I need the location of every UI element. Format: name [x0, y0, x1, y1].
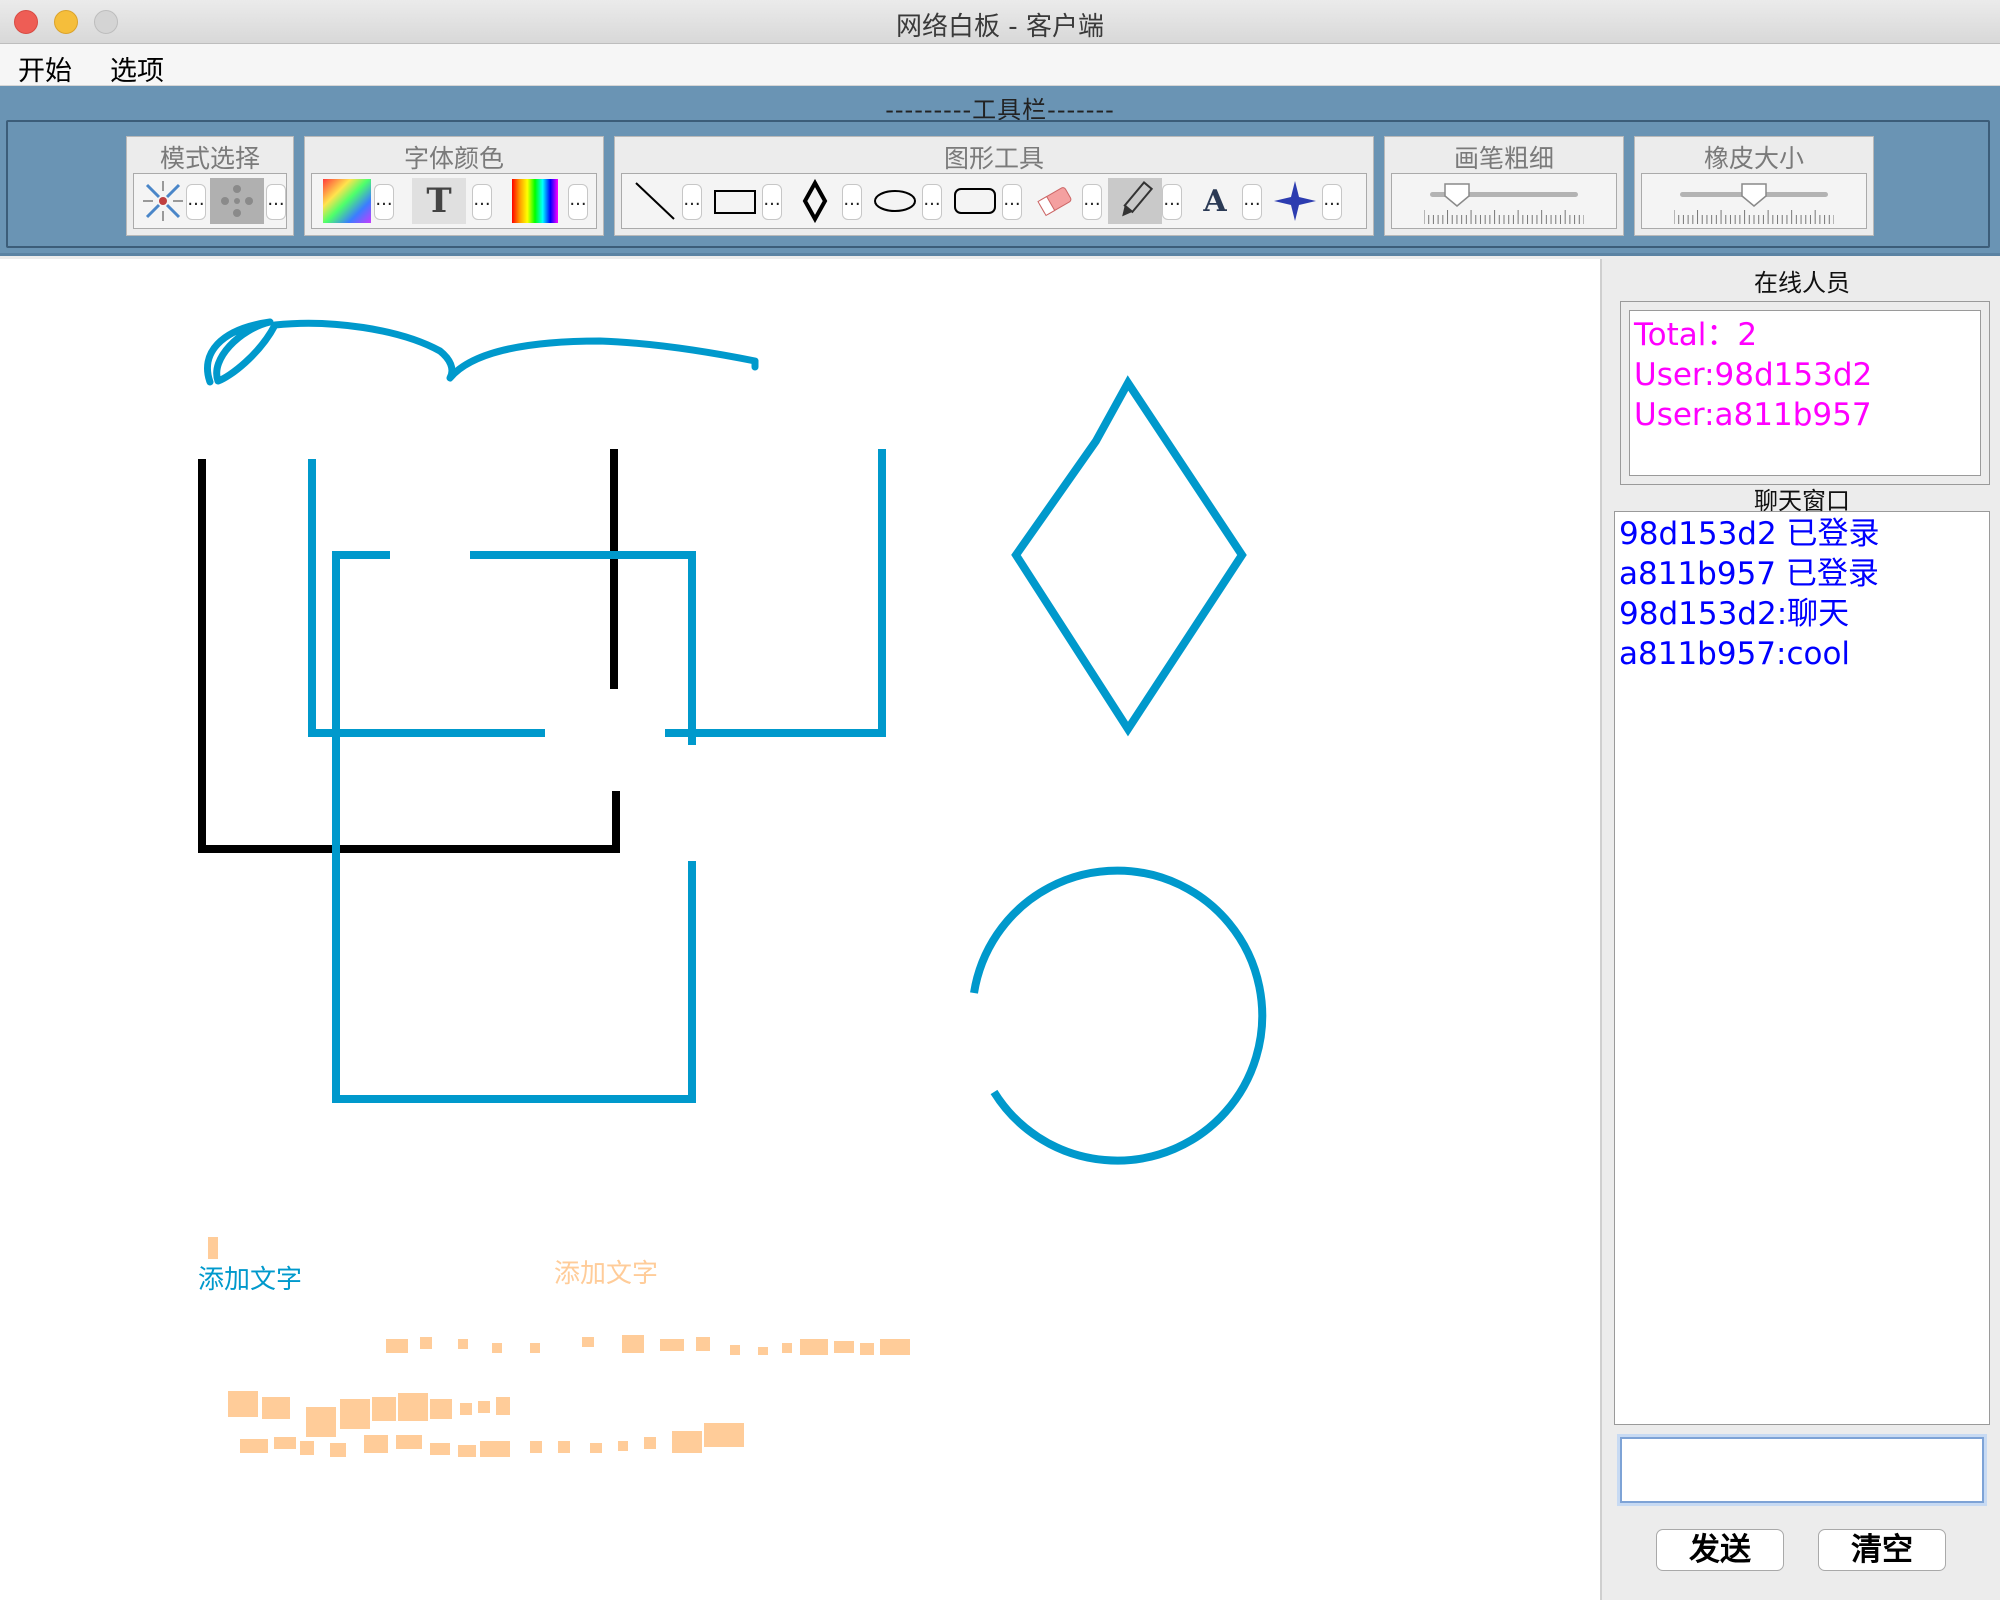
blue-diamond-stroke — [1011, 375, 1247, 737]
black-rectangle-stroke — [198, 459, 620, 853]
eraser-size-slider[interactable] — [1641, 173, 1867, 229]
chat-message: a811b957 已登录 — [1619, 556, 1879, 592]
chat-input[interactable] — [1620, 1437, 1984, 1503]
select-more-button[interactable]: ... — [186, 184, 206, 220]
rectangle-tool-button[interactable] — [708, 178, 762, 224]
chat-message: a811b957:cool — [1619, 636, 1851, 672]
online-users-frame: Total：2 User:98d153d2 User:a811b957 — [1620, 301, 1990, 485]
pen-width-ticks — [1424, 210, 1584, 224]
font-color-tools: ... T ... ... — [311, 173, 597, 229]
send-button[interactable]: 发送 — [1656, 1529, 1784, 1571]
text-icon: A — [1203, 183, 1227, 219]
select-tool-button[interactable] — [136, 178, 190, 224]
chat-message: 98d153d2:聊天 — [1619, 596, 1850, 632]
spectrum-palette-icon — [512, 179, 558, 223]
eraser-size-group: 橡皮大小 — [1634, 136, 1874, 236]
diamond-tool-button[interactable] — [788, 178, 842, 224]
move-tool-button[interactable] — [210, 178, 264, 224]
font-color-group-title: 字体颜色 — [403, 144, 504, 173]
pen-tool-button[interactable] — [1108, 178, 1162, 224]
text-more-button[interactable]: ... — [1242, 184, 1262, 220]
pen-width-group-title: 画笔粗细 — [1453, 144, 1554, 173]
pen-width-group: 画笔粗细 — [1384, 136, 1624, 236]
line-icon — [635, 182, 675, 220]
mode-group-title: 模式选择 — [159, 144, 260, 173]
font-more-button[interactable]: ... — [472, 184, 492, 220]
chat-messages[interactable]: 98d153d2 已登录 a811b957 已登录 98d153d2:聊天 a8… — [1614, 511, 1990, 1425]
ellipse-tool-button[interactable] — [868, 178, 922, 224]
line-tool-button[interactable] — [628, 178, 682, 224]
menu-bar: 开始 选项 — [0, 44, 2000, 88]
menu-start[interactable]: 开始 — [18, 49, 72, 88]
line-more-button[interactable]: ... — [682, 184, 702, 220]
blue-u-stroke — [308, 459, 545, 737]
online-user-item: User:a811b957 — [1634, 397, 1872, 433]
move-more-button[interactable]: ... — [266, 184, 286, 220]
pen-more-button[interactable]: ... — [1162, 184, 1182, 220]
gradient-palette-button[interactable] — [320, 178, 374, 224]
spectrum-more-button[interactable]: ... — [568, 184, 588, 220]
select-icon — [143, 181, 183, 221]
shapes-group-title: 图形工具 — [943, 144, 1044, 173]
eraser-size-group-title: 橡皮大小 — [1703, 144, 1804, 173]
pen-icon — [1122, 181, 1154, 217]
font-icon: T — [426, 181, 452, 221]
font-color-group: 字体颜色 ... T ... ... — [304, 136, 604, 236]
drawing-canvas[interactable]: 添加文字 添加文字 — [0, 259, 1600, 1600]
eraser-icon — [1037, 187, 1072, 217]
shapes-group: 图形工具 ... ... ... ... ... ... ... A ... .… — [614, 136, 1374, 236]
side-panel: 在线人员 Total：2 User:98d153d2 User:a811b957… — [1600, 259, 2000, 1600]
gradient-more-button[interactable]: ... — [374, 184, 394, 220]
eraser-tool-button[interactable] — [1028, 178, 1082, 224]
eraser-size-ticks — [1674, 210, 1834, 224]
move-icon — [221, 185, 253, 217]
pen-width-thumb[interactable] — [1443, 182, 1471, 208]
online-total: Total：2 — [1634, 317, 1758, 353]
eraser-size-thumb[interactable] — [1740, 182, 1768, 208]
canvas-drawing — [198, 318, 1267, 1457]
star-icon — [1274, 181, 1316, 221]
font-button[interactable]: T — [412, 178, 466, 224]
star-more-button[interactable]: ... — [1322, 184, 1342, 220]
diamond-icon — [802, 179, 828, 223]
spectrum-palette-button[interactable] — [508, 178, 562, 224]
star-tool-button[interactable] — [1268, 178, 1322, 224]
rectangle-more-button[interactable]: ... — [762, 184, 782, 220]
online-user-item: User:98d153d2 — [1634, 357, 1873, 393]
blue-u-stroke-right — [665, 449, 886, 737]
ellipse-more-button[interactable]: ... — [922, 184, 942, 220]
online-users-title: 在线人员 — [1754, 269, 1850, 297]
text-tool-button[interactable]: A — [1188, 178, 1242, 224]
gradient-palette-icon — [323, 179, 371, 223]
chat-message: 98d153d2 已登录 — [1619, 516, 1880, 552]
window-title: 网络白板 - 客户端 — [896, 12, 1104, 42]
eraser-more-button[interactable]: ... — [1082, 184, 1102, 220]
shape-tools: ... ... ... ... ... ... ... A ... ... — [621, 173, 1367, 229]
blue-circle-stroke — [970, 866, 1267, 1165]
canvas-text-blue: 添加文字 — [198, 1265, 303, 1295]
diamond-more-button[interactable]: ... — [842, 184, 862, 220]
clear-button[interactable]: 清空 — [1818, 1529, 1946, 1571]
online-users-list: Total：2 User:98d153d2 User:a811b957 — [1629, 310, 1981, 476]
pen-width-slider[interactable] — [1391, 173, 1617, 229]
mode-group: 模式选择 ... ... — [126, 136, 294, 236]
rounded-rectangle-icon — [954, 188, 996, 214]
freehand-stroke — [204, 318, 759, 386]
canvas-text-peach: 添加文字 — [554, 1259, 659, 1289]
rectangle-icon — [714, 190, 756, 214]
rounded-rectangle-more-button[interactable]: ... — [1002, 184, 1022, 220]
toolbar: ---------工具栏------- 模式选择 ... ... 字体颜色 ..… — [0, 86, 2000, 256]
rounded-rectangle-tool-button[interactable] — [948, 178, 1002, 224]
blue-rectangle-stroke-top — [470, 551, 696, 745]
title-bar: 网络白板 - 客户端 — [0, 0, 2000, 44]
mode-tools: ... ... — [133, 173, 287, 229]
app-window: 网络白板 - 客户端 开始 选项 ---------工具栏------- 模式选… — [0, 0, 2000, 1600]
ellipse-icon — [874, 190, 916, 212]
blue-rectangle-stroke — [332, 551, 696, 1103]
menu-options[interactable]: 选项 — [110, 49, 164, 88]
